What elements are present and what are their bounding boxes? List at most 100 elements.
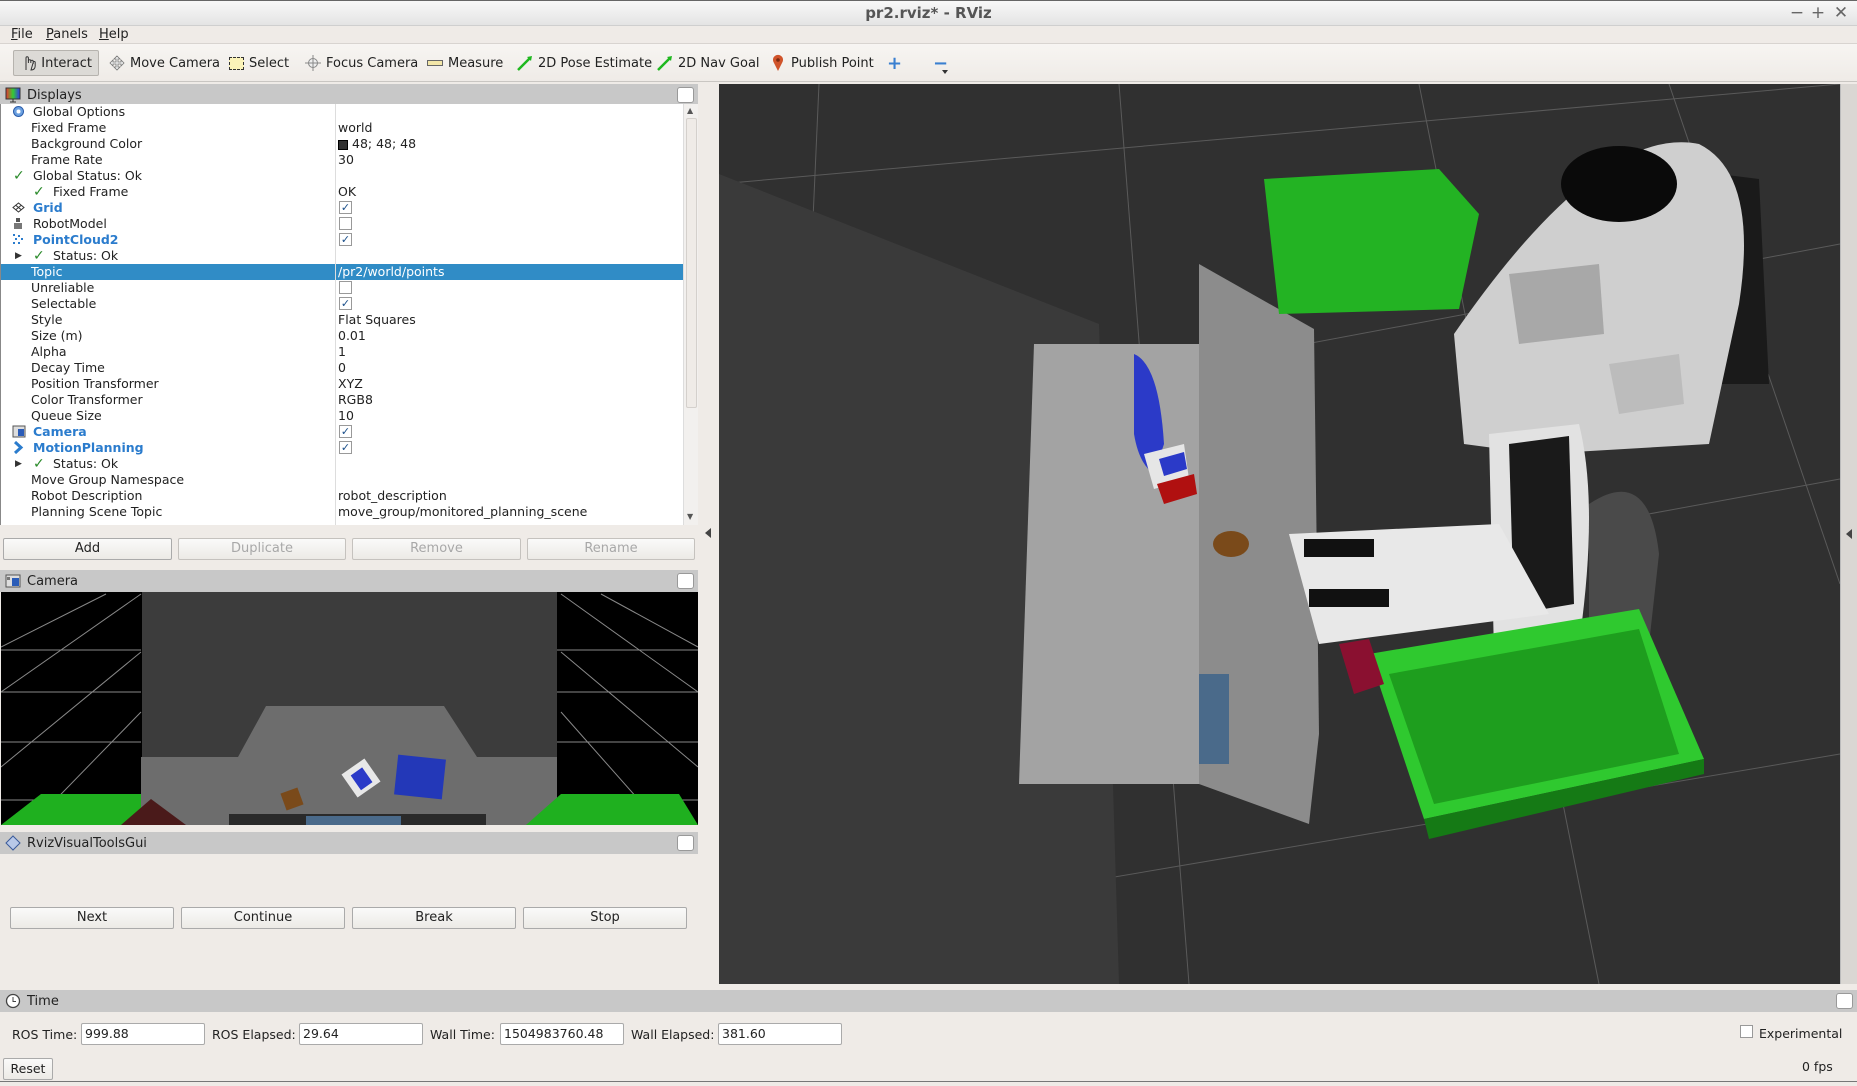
display-tree-row[interactable]: Style Flat Squares — [1, 312, 683, 328]
display-tree-row[interactable]: Unreliable — [1, 280, 683, 296]
display-tree-row[interactable]: Background Color 48; 48; 48 — [1, 136, 683, 152]
display-tree-row[interactable]: Frame Rate 30 — [1, 152, 683, 168]
display-property-value[interactable]: 48; 48; 48 — [338, 136, 416, 152]
time-float-button[interactable] — [1836, 993, 1853, 1009]
display-tree-row[interactable]: ▶ ✓ Status: Ok — [1, 456, 683, 472]
display-property-value[interactable]: 0 — [338, 360, 346, 376]
display-enable-checkbox[interactable]: ✓ — [339, 297, 352, 310]
display-property-value[interactable]: Flat Squares — [338, 312, 416, 328]
continue-button[interactable]: Continue — [181, 907, 345, 929]
display-tree-row[interactable]: Global Options — [1, 104, 683, 120]
displays-column-divider[interactable] — [335, 104, 336, 525]
display-property-value-text: move_group/monitored_planning_scene — [338, 504, 588, 519]
menu-help[interactable]: Help — [99, 27, 129, 42]
display-enable-checkbox[interactable]: ✓ — [339, 233, 352, 246]
views-panel-collapsed[interactable] — [1840, 84, 1857, 984]
displays-scrollbar[interactable]: ▲ ▼ — [683, 104, 698, 525]
close-button[interactable]: ✕ — [1831, 3, 1851, 23]
reset-button[interactable]: Reset — [3, 1058, 53, 1080]
displays-float-button[interactable] — [677, 87, 694, 103]
experimental-checkbox[interactable] — [1740, 1025, 1753, 1038]
tool-publish-point[interactable]: Publish Point — [762, 50, 881, 76]
tool-select[interactable]: Select — [220, 50, 296, 76]
display-property-value[interactable]: 10 — [338, 408, 354, 424]
wall-elapsed-field[interactable]: 381.60 — [718, 1023, 842, 1045]
ros-time-field[interactable]: 999.88 — [81, 1023, 205, 1045]
display-property-name: Background Color — [31, 136, 143, 151]
display-tree-row[interactable]: Planning Scene Topic move_group/monitored… — [1, 504, 683, 520]
remove-tool-dropdown-icon[interactable] — [942, 70, 948, 74]
remove-display-button[interactable]: Remove — [352, 538, 521, 560]
display-property-value[interactable]: /pr2/world/points — [338, 264, 444, 280]
add-display-button[interactable]: Add — [3, 538, 172, 560]
display-tree-row[interactable]: Alpha 1 — [1, 344, 683, 360]
rename-display-button[interactable]: Rename — [527, 538, 695, 560]
display-property-value[interactable]: 0.01 — [338, 328, 366, 344]
display-enable-checkbox[interactable]: ✓ — [339, 425, 352, 438]
display-tree-row[interactable]: ▶ ✓ Status: Ok — [1, 248, 683, 264]
display-tree-row[interactable]: Position Transformer XYZ — [1, 376, 683, 392]
wall-time-field[interactable]: 1504983760.48 — [500, 1023, 624, 1045]
scroll-up-icon[interactable]: ▲ — [687, 106, 693, 115]
tool-2d-pose-estimate[interactable]: 2D Pose Estimate — [509, 50, 659, 76]
scroll-down-icon[interactable]: ▼ — [687, 512, 693, 521]
display-tree-row[interactable]: ✓ Global Status: Ok — [1, 168, 683, 184]
display-tree-row[interactable]: Color Transformer RGB8 — [1, 392, 683, 408]
break-button[interactable]: Break — [352, 907, 516, 929]
display-enable-checkbox[interactable] — [339, 217, 352, 230]
status-ok-check-icon: ✓ — [33, 184, 45, 200]
stop-button[interactable]: Stop — [523, 907, 687, 929]
ros-elapsed-field[interactable]: 29.64 — [299, 1023, 423, 1045]
displays-scrollbar-thumb[interactable] — [686, 118, 697, 408]
display-tree-row[interactable]: Move Group Namespace — [1, 472, 683, 488]
tool-focus-camera[interactable]: Focus Camera — [297, 50, 425, 76]
add-tool-button[interactable]: + — [880, 50, 909, 76]
tool-2d-nav-goal[interactable]: 2D Nav Goal — [649, 50, 767, 76]
display-enable-checkbox[interactable] — [339, 281, 352, 294]
display-tree-row[interactable]: Selectable ✓ — [1, 296, 683, 312]
menu-panels[interactable]: Panels — [46, 27, 88, 42]
duplicate-display-button[interactable]: Duplicate — [178, 538, 346, 560]
display-tree-row[interactable]: Decay Time 0 — [1, 360, 683, 376]
display-property-value[interactable]: move_group/monitored_planning_scene — [338, 504, 587, 520]
display-tree-row[interactable]: ✓ Fixed Frame OK — [1, 184, 683, 200]
display-property-value[interactable]: robot_description — [338, 488, 447, 504]
tool-measure[interactable]: Measure — [419, 50, 510, 76]
expand-arrow-icon[interactable]: ▶ — [15, 456, 22, 472]
display-property-value[interactable]: 1 — [338, 344, 346, 360]
display-property-value[interactable]: 30 — [338, 152, 354, 168]
camera-float-button[interactable] — [677, 573, 694, 589]
display-property-value[interactable]: OK — [338, 184, 356, 200]
next-button[interactable]: Next — [10, 907, 174, 929]
display-enable-checkbox[interactable]: ✓ — [339, 201, 352, 214]
display-tree-row[interactable]: Camera ✓ — [1, 424, 683, 440]
display-tree-row[interactable]: Robot Description robot_description — [1, 488, 683, 504]
display-enable-checkbox[interactable]: ✓ — [339, 441, 352, 454]
display-property-value[interactable]: world — [338, 120, 372, 136]
visual-tools-float-button[interactable] — [677, 835, 694, 851]
display-property-value[interactable]: XYZ — [338, 376, 363, 392]
display-tree-row[interactable]: Fixed Frame world — [1, 120, 683, 136]
display-tree-row[interactable]: Queue Size 10 — [1, 408, 683, 424]
minimize-button[interactable]: − — [1787, 3, 1807, 23]
tool-move-camera[interactable]: Move Camera — [101, 50, 227, 76]
display-tree-row[interactable]: PointCloud2 ✓ — [1, 232, 683, 248]
remove-tool-button[interactable]: − — [926, 50, 955, 76]
display-tree-row[interactable]: RobotModel — [1, 216, 683, 232]
display-tree-row[interactable]: Topic/pr2/world/points — [1, 264, 683, 280]
display-property-value[interactable]: RGB8 — [338, 392, 373, 408]
display-tree-row[interactable]: Grid ✓ — [1, 200, 683, 216]
robot-base-vent-1 — [1304, 539, 1374, 557]
display-tree-row-partial[interactable] — [1, 520, 683, 525]
display-tree-row[interactable]: MotionPlanning ✓ — [1, 440, 683, 456]
display-tree-row[interactable]: Size (m) 0.01 — [1, 328, 683, 344]
render-3d-view[interactable] — [719, 84, 1840, 984]
collapse-left-icon[interactable] — [705, 528, 711, 538]
menu-file[interactable]: File — [11, 27, 33, 42]
tool-interact[interactable]: Interact — [13, 50, 99, 76]
robot-base-vent-2 — [1309, 589, 1389, 607]
displays-tree[interactable]: Global Options Fixed Frame world Background… — [0, 104, 683, 525]
expand-views-icon[interactable] — [1846, 529, 1852, 539]
maximize-button[interactable]: + — [1808, 3, 1828, 23]
expand-arrow-icon[interactable]: ▶ — [15, 248, 22, 264]
